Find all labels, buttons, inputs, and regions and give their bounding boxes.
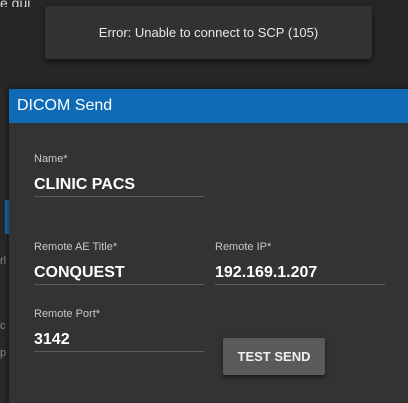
background-glyph: rl: [0, 255, 7, 267]
remote-ip-input[interactable]: 192.169.1.207: [215, 262, 385, 285]
remote-ae-title-input[interactable]: CONQUEST: [34, 262, 204, 285]
background-glyph: c: [0, 320, 6, 332]
remote-port-label: Remote Port*: [34, 308, 101, 320]
snackbar-message: Error: Unable to connect to SCP (105): [98, 25, 319, 40]
name-label: Name*: [34, 153, 68, 165]
app-window: e gui rl c p Error: Unable to connect to…: [0, 0, 408, 403]
error-snackbar: Error: Unable to connect to SCP (105): [45, 6, 372, 59]
remote-ip-field: Remote IP* 192.169.1.207: [215, 241, 385, 285]
dialog-header: DICOM Send: [9, 89, 408, 123]
name-input[interactable]: CLINIC PACS: [34, 174, 204, 197]
background-glyph: p: [0, 347, 7, 359]
remote-port-field: Remote Port* 3142: [34, 308, 204, 352]
name-field: Name* CLINIC PACS: [34, 153, 204, 197]
test-send-button[interactable]: TEST SEND: [223, 338, 325, 375]
remote-ae-title-label: Remote AE Title*: [34, 241, 118, 253]
dialog-title: DICOM Send: [17, 97, 113, 114]
dicom-send-dialog: DICOM Send Name* CLINIC PACS Remote AE T…: [9, 89, 408, 403]
remote-ae-title-field: Remote AE Title* CONQUEST: [34, 241, 204, 285]
remote-ip-label: Remote IP*: [215, 241, 272, 253]
remote-port-input[interactable]: 3142: [34, 329, 204, 352]
